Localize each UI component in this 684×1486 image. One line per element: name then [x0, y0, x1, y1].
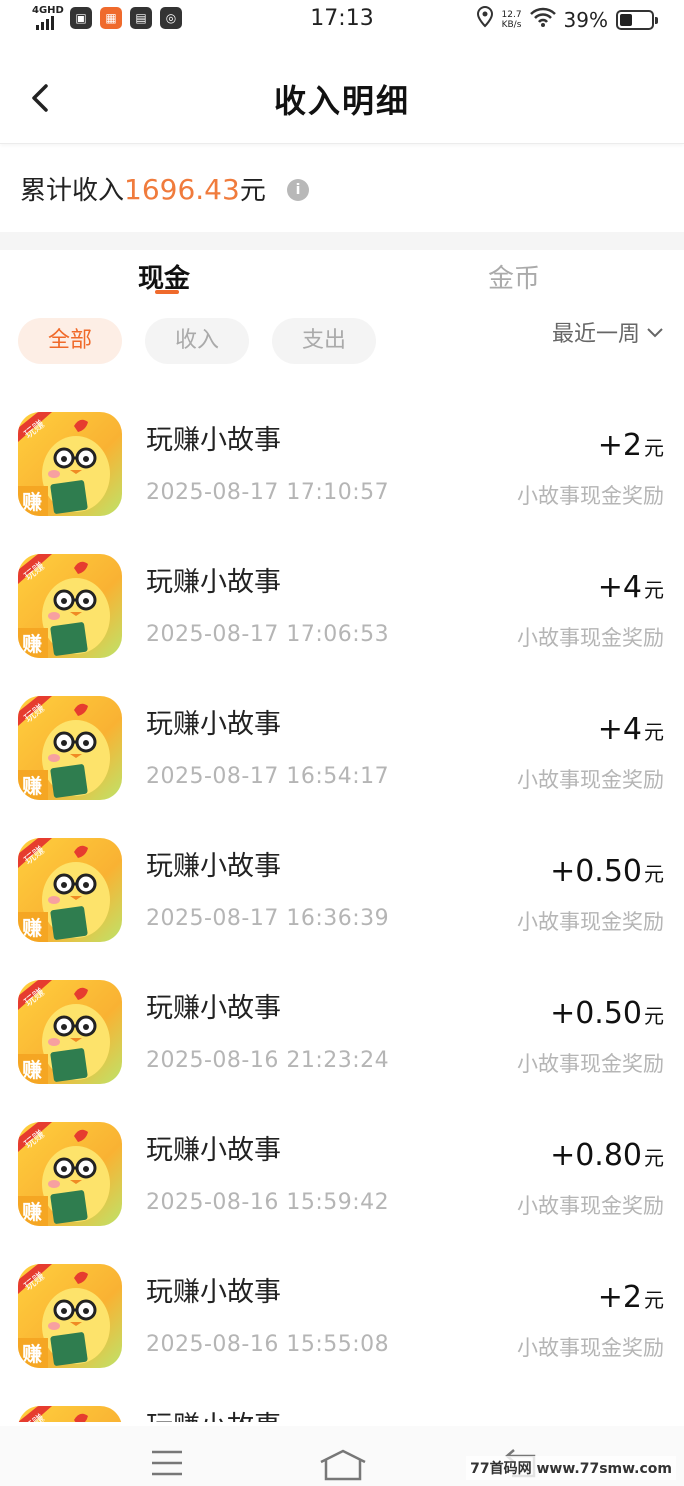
app-icon: 玩赚赚 [18, 696, 122, 800]
network-speed: 12.7 KB/s [502, 10, 522, 30]
list-item[interactable]: 玩赚赚玩赚小故事 2025-08-16 15:59:42 +0.80 元小故事现金奖励 [0, 1110, 684, 1252]
app-icon: 玩赚赚 [18, 1406, 122, 1422]
filter-all-chip[interactable]: 全部 [18, 318, 122, 364]
amount-unit: 元 [644, 720, 664, 744]
filter-bar: 全部 收入 支出 最近一周 [0, 316, 684, 366]
record-app-name: 玩赚小故事 [146, 1404, 281, 1422]
record-app-name: 玩赚小故事 [146, 993, 281, 1024]
speed-value: 12.7 [501, 9, 522, 20]
page-title: 收入明细 [273, 82, 410, 120]
svg-text:赚: 赚 [21, 1058, 42, 1082]
filter-expense-chip[interactable]: 支出 [272, 318, 376, 364]
record-app-name: 玩赚小故事 [146, 425, 281, 456]
system-nav-bar: 77首码网 www.77smw.com [0, 1426, 684, 1486]
amount-unit: 元 [644, 436, 664, 460]
list-item[interactable]: 玩赚赚玩赚小故事 2025-08-17 17:10:57 +2 元小故事现金奖励 [0, 400, 684, 542]
svg-text:赚: 赚 [21, 490, 42, 514]
record-description: 小故事现金奖励 [517, 768, 664, 792]
app-icon: 玩赚赚 [18, 1122, 122, 1226]
list-item[interactable]: 玩赚赚 玩赚小故事 [0, 1394, 684, 1422]
amount-unit: 元 [644, 1004, 664, 1028]
menu-icon[interactable] [150, 1450, 184, 1476]
amount-unit: 元 [644, 1146, 664, 1170]
record-amount: +0.50 元 [550, 996, 664, 1031]
record-time: 2025-08-16 15:59:42 [146, 1190, 390, 1215]
list-item[interactable]: 玩赚赚玩赚小故事 2025-08-16 15:55:08 +2 元小故事现金奖励 [0, 1252, 684, 1394]
list-item[interactable]: 玩赚赚玩赚小故事 2025-08-17 17:06:53 +4 元小故事现金奖励 [0, 542, 684, 684]
record-app-name: 玩赚小故事 [146, 567, 281, 598]
record-time: 2025-08-16 15:55:08 [146, 1332, 390, 1357]
amount-value: +0.50 [550, 996, 642, 1031]
list-item[interactable]: 玩赚赚玩赚小故事 2025-08-16 21:23:24 +0.50 元小故事现金奖励 [0, 968, 684, 1110]
amount-value: +0.80 [550, 1138, 642, 1173]
record-app-name: 玩赚小故事 [146, 1277, 281, 1308]
summary-unit: 元 [239, 176, 266, 206]
app-icon: 玩赚赚 [18, 554, 122, 658]
battery-percent: 39% [563, 7, 608, 32]
location-icon [476, 5, 494, 33]
watermark: 77首码网 www.77smw.com [466, 1456, 676, 1480]
list-item[interactable]: 玩赚赚玩赚小故事 2025-08-17 16:36:39 +0.50 元小故事现金奖励 [0, 826, 684, 968]
record-app-name: 玩赚小故事 [146, 1135, 281, 1166]
period-dropdown[interactable]: 最近一周 [552, 316, 664, 348]
record-app-name: 玩赚小故事 [146, 851, 281, 882]
record-amount: +2 元 [598, 428, 664, 463]
record-amount: +4 元 [598, 712, 664, 747]
record-time: 2025-08-17 17:06:53 [146, 622, 390, 647]
amount-value: +2 [597, 428, 642, 463]
header: 收入明细 [0, 50, 684, 144]
amount-unit: 元 [644, 1288, 664, 1312]
svg-text:赚: 赚 [21, 1200, 42, 1224]
amount-value: +2 [597, 1280, 642, 1315]
record-description: 小故事现金奖励 [517, 484, 664, 508]
home-icon[interactable] [318, 1448, 368, 1482]
amount-unit: 元 [644, 578, 664, 602]
record-description: 小故事现金奖励 [517, 1336, 664, 1360]
list-item[interactable]: 玩赚赚玩赚小故事 2025-08-17 16:54:17 +4 元小故事现金奖励 [0, 684, 684, 826]
record-amount: +0.80 元 [550, 1138, 664, 1173]
amount-value: +4 [597, 570, 642, 605]
tab-coins[interactable]: 金币 [488, 258, 540, 295]
record-description: 小故事现金奖励 [517, 910, 664, 934]
summary-label: 累计收入 [20, 176, 125, 206]
wifi-icon [529, 7, 556, 32]
income-summary: 累计收入 1696.43 元 i [0, 144, 684, 232]
section-divider [0, 232, 684, 250]
record-amount: +4 元 [598, 570, 664, 605]
summary-amount: 1696.43 [124, 173, 240, 206]
record-time: 2025-08-17 16:36:39 [146, 906, 390, 931]
active-tab-indicator [155, 290, 179, 294]
filter-income-chip[interactable]: 收入 [145, 318, 249, 364]
record-amount: +0.50 元 [550, 854, 664, 889]
record-description: 小故事现金奖励 [517, 1052, 664, 1076]
record-app-name: 玩赚小故事 [146, 709, 281, 740]
app-icon: 玩赚赚 [18, 838, 122, 942]
svg-text:赚: 赚 [21, 632, 42, 656]
amount-value: +4 [597, 712, 642, 747]
record-time: 2025-08-16 21:23:24 [146, 1048, 390, 1073]
app-icon: 玩赚赚 [18, 1264, 122, 1368]
record-amount: +2 元 [598, 1280, 664, 1315]
app-icon: 玩赚赚 [18, 980, 122, 1084]
battery-icon [616, 9, 658, 30]
amount-value: +0.50 [550, 854, 642, 889]
info-icon[interactable]: i [287, 179, 309, 201]
svg-text:赚: 赚 [21, 1342, 42, 1366]
period-label: 最近一周 [551, 322, 640, 347]
status-bar: 4GHD ▣ ▦ ▤ ◎ 17:13 12.7 KB/s 39% [0, 0, 684, 40]
record-description: 小故事现金奖励 [517, 1194, 664, 1218]
svg-text:赚: 赚 [21, 916, 42, 940]
record-description: 小故事现金奖励 [517, 626, 664, 650]
tab-bar: 现金 金币 [0, 250, 684, 302]
amount-unit: 元 [644, 862, 664, 886]
speed-unit: KB/s [501, 19, 522, 30]
app-icon: 玩赚赚 [18, 412, 122, 516]
record-time: 2025-08-17 17:10:57 [146, 480, 390, 505]
svg-text:赚: 赚 [21, 774, 42, 798]
chevron-down-icon [646, 320, 664, 345]
record-time: 2025-08-17 16:54:17 [146, 764, 390, 789]
